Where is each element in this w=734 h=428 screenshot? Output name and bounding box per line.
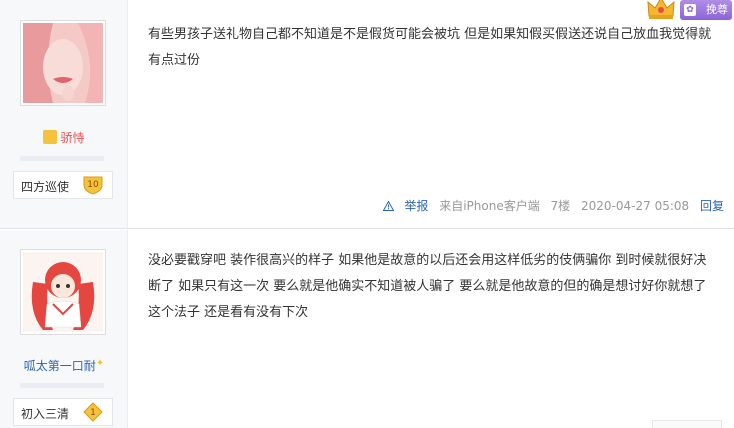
exp-bar [20, 383, 104, 388]
level-name: 四方巡使 [21, 180, 70, 194]
level-box[interactable]: 四方巡使 10 [13, 171, 113, 199]
post-time: 2020-04-27 05:08 [581, 199, 690, 213]
username-row[interactable]: 骄恃 [0, 129, 128, 146]
avatar[interactable] [20, 249, 106, 335]
post-item: 呱太第一口耐✦ 初入三清 1 没必要戳穿吧 装作很高兴的样子 如果他是故意的以后… [0, 230, 734, 428]
level-box[interactable]: 初入三清 1 [13, 398, 113, 426]
avatar-image [23, 23, 103, 103]
author-panel: 呱太第一口耐✦ 初入三清 1 [0, 230, 128, 428]
username-row[interactable]: 呱太第一口耐✦ [0, 357, 128, 374]
post-floor: 7楼 [550, 199, 571, 213]
username: 呱太第一口耐 [23, 359, 96, 373]
report-label: 举报 [404, 199, 429, 213]
post-content: 有些男孩子送礼物自己都不知道是不是假货可能会被坑 但是如果知假买假送还说自己放血… [148, 27, 712, 68]
member-icon [43, 130, 58, 144]
level-number: 10 [87, 180, 99, 190]
author-panel: 骄恃 四方巡使 10 [0, 0, 128, 228]
post-source: 来自iPhone客户端 [439, 199, 540, 213]
level-badge-icon: 1 [82, 402, 104, 422]
post-content: 没必要戳穿吧 装作很高兴的样子 如果他是故意的以后还会用这样低劣的伎俩骗你 到时… [148, 253, 707, 320]
level-number: 1 [90, 408, 96, 418]
warning-icon [382, 200, 394, 211]
level-name: 初入三清 [21, 407, 70, 421]
level-badge-icon: 10 [82, 175, 104, 195]
sparkle-icon: ✦ [95, 358, 105, 369]
reply-link[interactable]: 回复 [700, 199, 724, 213]
avatar[interactable] [20, 20, 106, 106]
username: 骄恃 [60, 131, 85, 145]
exp-bar [20, 156, 104, 161]
post-meta: 举报 来自iPhone客户端 7楼 2020-04-27 05:08 回复 [376, 197, 724, 214]
report-link[interactable]: 举报 [382, 199, 433, 213]
meta-box [652, 420, 722, 428]
post-item: 骄恃 四方巡使 10 有些男孩子送礼物自己都不知道是不是假货可能会被坑 但是如果… [0, 0, 734, 229]
avatar-image [23, 252, 103, 332]
